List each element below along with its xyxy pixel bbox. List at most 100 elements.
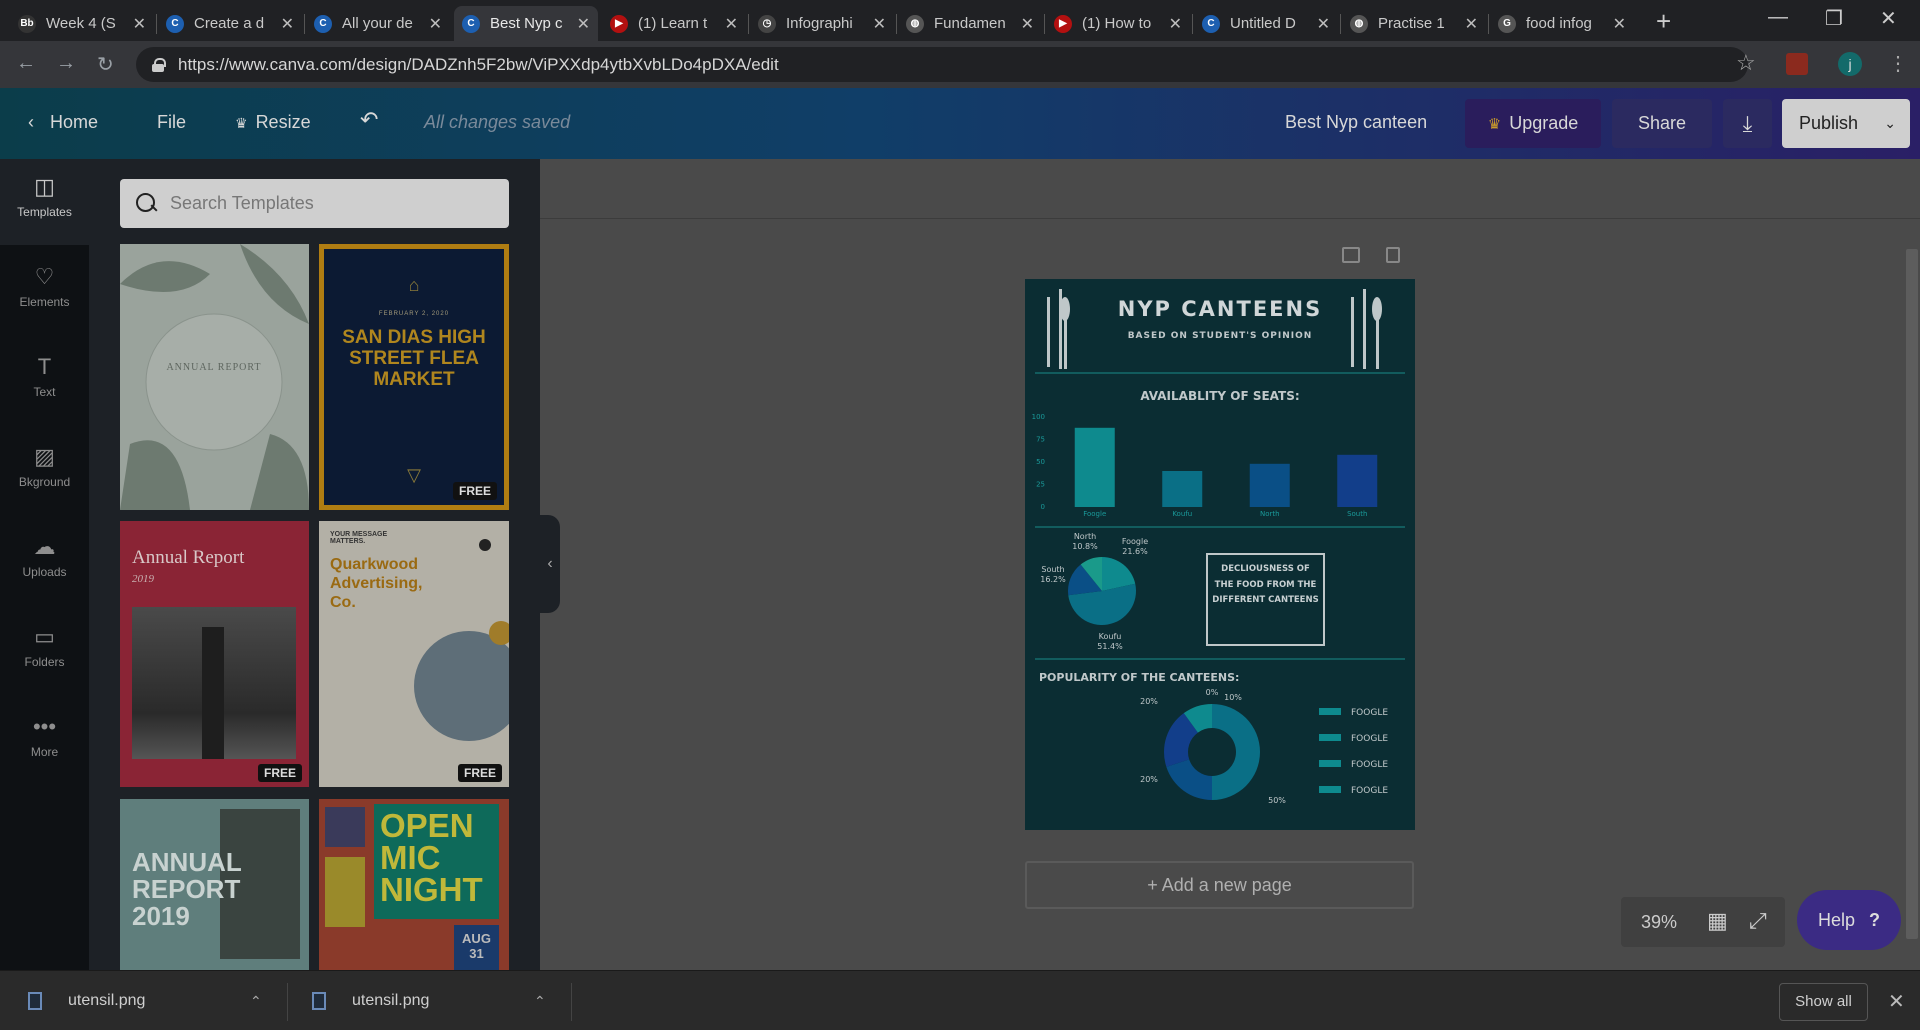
download-item[interactable]: utensil.png ⌃ — [312, 971, 567, 1030]
template-quarkwood[interactable]: YOUR MESSAGE MATTERS. Quarkwood Advertis… — [319, 521, 509, 787]
share-button[interactable]: Share — [1612, 99, 1712, 148]
vertical-scrollbar[interactable] — [1902, 219, 1920, 970]
undo-icon[interactable]: ↶ — [360, 107, 378, 133]
add-page-button[interactable]: + Add a new page — [1025, 861, 1414, 909]
window-close-icon[interactable]: ✕ — [1880, 6, 1897, 31]
donut-label: 20% — [1140, 697, 1158, 706]
browser-tab[interactable]: Gfood infog ✕ — [1490, 6, 1634, 41]
question-icon: ? — [1869, 909, 1881, 930]
rail-text[interactable]: T Text — [0, 339, 89, 425]
chevron-up-icon[interactable]: ⌃ — [250, 993, 262, 1010]
close-icon[interactable]: ✕ — [1888, 989, 1905, 1014]
template-open-mic-night[interactable]: OPEN MIC NIGHT AUG 31 — [319, 799, 509, 970]
file-menu-button[interactable]: File — [157, 112, 186, 133]
fullscreen-icon[interactable]: ⤢ — [1749, 908, 1767, 934]
url-field[interactable]: https://www.canva.com/design/DADZnh5F2bw… — [136, 47, 1748, 82]
city-photo — [132, 607, 296, 759]
collapse-panel-button[interactable]: ‹ — [540, 515, 560, 613]
tab-close-icon[interactable]: ✕ — [873, 14, 886, 34]
rail-uploads[interactable]: ☁ Uploads — [0, 519, 89, 605]
pie-label: Foogle — [1122, 537, 1148, 546]
download-shelf: utensil.png ⌃ utensil.png ⌃ Show all ✕ — [0, 970, 1920, 1030]
forward-icon[interactable]: → — [56, 52, 76, 75]
rail-background[interactable]: ▨ Bkground — [0, 429, 89, 515]
rail-elements[interactable]: ♡ Elements — [0, 249, 89, 335]
tab-close-icon[interactable]: ✕ — [1169, 14, 1182, 34]
browser-tab[interactable]: ▶ (1) How to ✕ — [1046, 6, 1190, 41]
scrollbar-thumb[interactable] — [1906, 249, 1918, 939]
file-icon — [312, 992, 326, 1010]
x-tick-label: North — [1260, 510, 1280, 518]
browser-tab[interactable]: C Best Nyp c ✕ — [454, 6, 598, 41]
browser-tab[interactable]: ◷ Infographi ✕ — [750, 6, 894, 41]
search-input[interactable] — [170, 193, 500, 214]
bookmark-star-icon[interactable]: ☆ — [1736, 50, 1756, 76]
side-rail: ◫ Templates ♡ Elements T Text ▨ Bkground… — [0, 159, 89, 970]
template-title: SAN DIAS HIGH STREET FLEA MARKET — [342, 327, 486, 390]
search-box[interactable] — [120, 179, 509, 228]
donut-slice — [1166, 759, 1212, 800]
design-title[interactable]: Best Nyp canteen — [1285, 112, 1427, 133]
rail-more[interactable]: ••• More — [0, 699, 89, 785]
browser-tab[interactable]: ◍ Fundamen ✕ — [898, 6, 1042, 41]
browser-tab[interactable]: C Untitled D ✕ — [1194, 6, 1338, 41]
resize-button[interactable]: ♛ Resize — [235, 112, 311, 133]
browser-tab[interactable]: C All your de ✕ — [306, 6, 450, 41]
tab-close-icon[interactable]: ✕ — [725, 14, 738, 34]
browser-menu-icon[interactable]: ⋮ — [1888, 51, 1908, 76]
pdf-extension-icon[interactable] — [1786, 53, 1808, 75]
template-botanical-annual-report[interactable]: ANNUAL REPORT — [120, 244, 309, 510]
tab-close-icon[interactable]: ✕ — [1317, 14, 1330, 34]
pie-chart: Foogle21.6% Koufu51.4% South16.2% North10.8… — [1040, 532, 1148, 651]
home-button[interactable]: ‹ Home — [28, 112, 98, 133]
maximize-icon[interactable]: ❐ — [1825, 6, 1843, 31]
tab-close-icon[interactable]: ✕ — [133, 14, 146, 34]
rail-templates[interactable]: ◫ Templates — [0, 159, 89, 245]
seats-chart-title: AVAILABLITY OF SEATS: — [1140, 389, 1300, 403]
pie-label: Koufu — [1099, 632, 1122, 641]
legend-swatch — [1319, 786, 1341, 793]
tab-close-icon[interactable]: ✕ — [1465, 14, 1478, 34]
duplicate-page-icon[interactable] — [1386, 247, 1400, 263]
y-tick-label: 25 — [1036, 481, 1045, 489]
template-flea-market[interactable]: ⌂ FEBRUARY 2, 2020 SAN DIAS HIGH STREET … — [319, 244, 509, 510]
profile-avatar[interactable]: j — [1838, 52, 1862, 76]
horizontal-scrollbar[interactable] — [540, 955, 1902, 970]
template-date: FEBRUARY 2, 2020 — [378, 311, 450, 317]
browser-tab[interactable]: C Create a d ✕ — [158, 6, 302, 41]
tab-close-icon[interactable]: ✕ — [1613, 14, 1626, 34]
upgrade-button[interactable]: ♛ Upgrade — [1465, 99, 1601, 148]
tab-close-icon[interactable]: ✕ — [281, 14, 294, 34]
template-date: AUG 31 — [454, 925, 499, 970]
free-badge: FREE — [257, 764, 302, 782]
tab-close-icon[interactable]: ✕ — [1021, 14, 1034, 34]
rail-folders[interactable]: ▭ Folders — [0, 609, 89, 695]
tab-close-icon[interactable]: ✕ — [429, 14, 442, 34]
back-icon[interactable]: ← — [16, 52, 36, 75]
download-item[interactable]: utensil.png ⌃ — [28, 971, 283, 1030]
publish-button[interactable]: Publish ⌄ — [1782, 99, 1910, 148]
reload-icon[interactable]: ↻ — [97, 52, 114, 77]
tab-close-icon[interactable]: ✕ — [577, 14, 590, 34]
free-badge: FREE — [452, 482, 497, 500]
design-page[interactable]: 100 75 50 25 0 Foogle Koufu North South Foogle 21… — [1025, 279, 1415, 830]
help-button[interactable]: Help ? — [1797, 890, 1901, 950]
popularity-chart-title: POPULARITY OF THE CANTEENS: — [1039, 671, 1240, 684]
template-red-annual-report[interactable]: Annual Report 2019 FREE — [120, 521, 309, 787]
template-annual-report-2019[interactable]: ANNUAL REPORT 2019 — [120, 799, 309, 970]
browser-tab[interactable]: ◍ Practise 1 ✕ — [1342, 6, 1486, 41]
comment-icon[interactable] — [1342, 247, 1360, 263]
chevron-up-icon[interactable]: ⌃ — [534, 993, 546, 1010]
zoom-level[interactable]: 39% — [1641, 912, 1677, 933]
dot-shape — [479, 539, 491, 551]
minimize-icon[interactable]: — — [1768, 6, 1788, 29]
browser-tab[interactable]: Bb Week 4 (S ✕ — [10, 6, 154, 41]
download-button[interactable]: ⤓ — [1723, 99, 1772, 148]
show-all-button[interactable]: Show all — [1779, 983, 1868, 1021]
pie-label: 21.6% — [1122, 547, 1148, 556]
deliciousness-label: DECLIOUSNESS OF THE FOOD FROM THE DIFFER… — [1212, 564, 1319, 605]
browser-tab[interactable]: ▶ (1) Learn t ✕ — [602, 6, 746, 41]
grid-view-icon[interactable]: ▦ — [1707, 908, 1728, 934]
legend-label: FOOGLE — [1351, 786, 1388, 796]
new-tab-button[interactable]: + — [1656, 6, 1671, 37]
